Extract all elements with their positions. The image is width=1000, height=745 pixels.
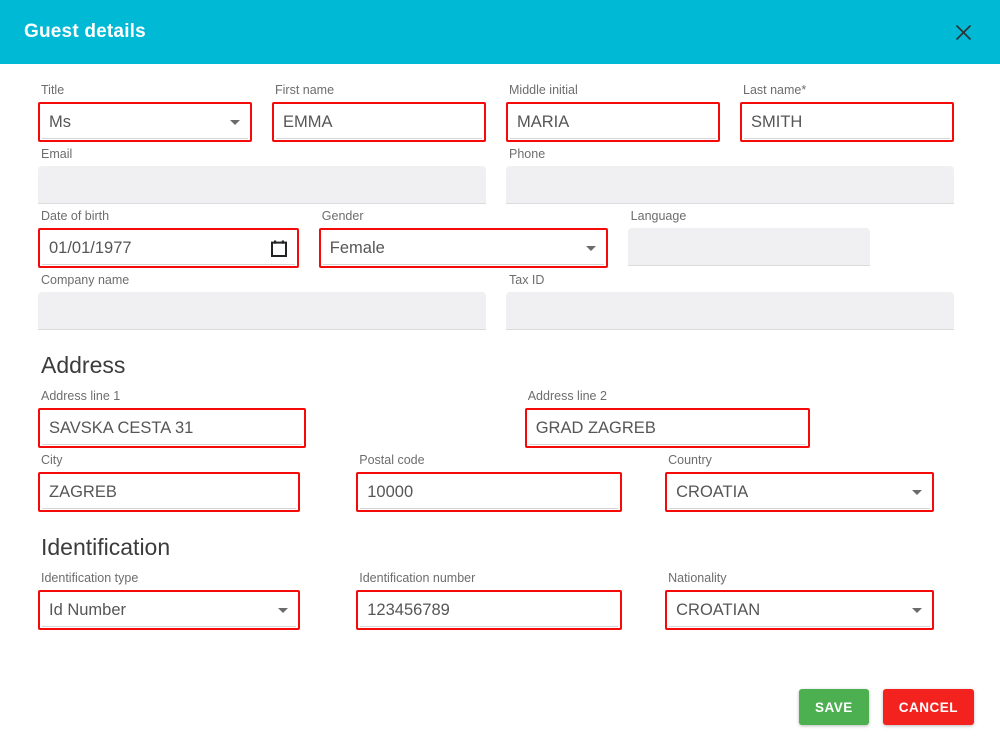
postal-code-input[interactable]: 10000 — [356, 472, 622, 512]
city-input[interactable]: ZAGREB — [38, 472, 301, 512]
field-phone: Phone — [496, 144, 964, 204]
field-country: Country CROATIA — [655, 450, 964, 512]
field-nationality: Nationality CROATIAN — [655, 568, 964, 630]
email-field[interactable] — [38, 166, 486, 204]
field-label-first-name: First name — [275, 83, 335, 97]
country-select[interactable]: CROATIA — [665, 472, 934, 512]
field-label-company-name: Company name — [41, 273, 130, 287]
field-postal-code: Postal code 10000 — [346, 450, 655, 512]
field-label-city: City — [41, 453, 63, 467]
language-field[interactable] — [627, 228, 870, 266]
chevron-down-icon — [911, 607, 922, 613]
dialog-footer: SAVE CANCEL — [0, 689, 1000, 745]
city-value: ZAGREB — [49, 483, 117, 501]
field-tax-id: Tax ID — [496, 270, 964, 330]
address-line-2-value: GRAD ZAGREB — [535, 419, 656, 437]
field-label-country: Country — [668, 453, 712, 467]
field-first-name: First name EMMA — [262, 80, 496, 142]
form-row-contact: Email Phone — [28, 144, 964, 206]
field-middle-initial: Middle initial MARIA — [496, 80, 730, 142]
field-label-postal-code: Postal code — [359, 453, 425, 467]
guest-details-dialog: Guest details Title Ms First name EMMA M… — [0, 0, 1000, 745]
field-label-tax-id: Tax ID — [509, 273, 545, 287]
title-value: Ms — [49, 113, 71, 131]
field-label-date-of-birth: Date of birth — [41, 209, 110, 223]
gender-value: Female — [329, 239, 385, 257]
field-address-line-1: Address line 1 SAVSKA CESTA 31 — [28, 386, 515, 448]
date-of-birth-input[interactable]: 01/01/1977 — [38, 228, 299, 268]
gender-select[interactable]: Female — [318, 228, 608, 268]
first-name-value: EMMA — [283, 113, 333, 131]
identification-type-select[interactable]: Id Number — [38, 590, 301, 630]
identification-number-value: 123456789 — [367, 601, 450, 619]
nationality-select[interactable]: CROATIAN — [665, 590, 934, 630]
field-email: Email — [28, 144, 496, 204]
form-row-personal: Date of birth 01/01/1977 Gender Female L… — [28, 206, 964, 270]
field-gender: Gender Female — [309, 206, 618, 268]
company-name-field[interactable] — [38, 292, 486, 330]
chevron-down-icon — [585, 245, 596, 251]
middle-initial-value: MARIA — [517, 113, 570, 131]
dialog-header: Guest details — [0, 0, 1000, 64]
last-name-input[interactable]: SMITH — [740, 102, 954, 142]
first-name-input[interactable]: EMMA — [272, 102, 486, 142]
cancel-button[interactable]: CANCEL — [882, 689, 974, 725]
address-line-1-value: SAVSKA CESTA 31 — [49, 419, 194, 437]
field-label-email: Email — [41, 147, 73, 161]
chevron-down-icon — [230, 119, 240, 125]
date-of-birth-value: 01/01/1977 — [49, 239, 132, 257]
field-language: Language — [618, 206, 880, 268]
form-row-identification: Identification type Id Number Identifica… — [28, 568, 964, 632]
field-label-identification-number: Identification number — [359, 571, 476, 585]
save-button[interactable]: SAVE — [798, 689, 869, 725]
field-label-address-line-1: Address line 1 — [41, 389, 121, 403]
chevron-down-icon — [911, 489, 922, 495]
postal-code-value: 10000 — [367, 483, 414, 501]
field-address-line-2: Address line 2 GRAD ZAGREB — [515, 386, 964, 448]
middle-initial-input[interactable]: MARIA — [506, 102, 720, 142]
field-label-gender: Gender — [321, 209, 364, 223]
field-identification-type: Identification type Id Number — [28, 568, 346, 630]
form-row-name: Title Ms First name EMMA Middle initial … — [28, 80, 964, 144]
address-line-1-input[interactable]: SAVSKA CESTA 31 — [38, 408, 307, 448]
field-company-name: Company name — [28, 270, 496, 330]
title-select[interactable]: Ms — [38, 102, 252, 142]
field-label-phone: Phone — [509, 147, 546, 161]
close-icon[interactable] — [948, 17, 978, 47]
identification-type-value: Id Number — [49, 601, 127, 619]
field-identification-number: Identification number 123456789 — [346, 568, 655, 630]
form-row-company: Company name Tax ID — [28, 270, 964, 332]
field-label-middle-initial: Middle initial — [509, 83, 578, 97]
field-label-language: Language — [630, 209, 687, 223]
field-city: City ZAGREB — [28, 450, 346, 512]
field-label-identification-type: Identification type — [41, 571, 139, 585]
field-label-address-line-2: Address line 2 — [527, 389, 607, 403]
form-row-city: City ZAGREB Postal code 10000 Country CR… — [28, 450, 964, 514]
tax-id-field[interactable] — [506, 292, 954, 330]
dialog-body: Title Ms First name EMMA Middle initial … — [0, 64, 1000, 689]
field-label-title: Title — [41, 83, 65, 97]
nationality-value: CROATIAN — [676, 601, 761, 619]
section-heading-identification: Identification — [41, 534, 171, 560]
field-last-name: Last name* SMITH — [730, 80, 964, 142]
chevron-down-icon — [278, 607, 289, 613]
page-title: Guest details — [24, 21, 146, 42]
field-title: Title Ms — [28, 80, 262, 142]
country-value: CROATIA — [676, 483, 749, 501]
identification-number-input[interactable]: 123456789 — [356, 590, 622, 630]
last-name-value: SMITH — [751, 113, 803, 131]
field-label-last-name: Last name* — [743, 83, 807, 97]
form-row-address-lines: Address line 1 SAVSKA CESTA 31 Address l… — [28, 386, 964, 450]
calendar-icon[interactable] — [270, 240, 287, 257]
field-label-nationality: Nationality — [668, 571, 727, 585]
field-date-of-birth: Date of birth 01/01/1977 — [28, 206, 309, 268]
section-heading-address: Address — [41, 352, 126, 378]
phone-field[interactable] — [506, 166, 954, 204]
address-line-2-input[interactable]: GRAD ZAGREB — [524, 408, 811, 448]
